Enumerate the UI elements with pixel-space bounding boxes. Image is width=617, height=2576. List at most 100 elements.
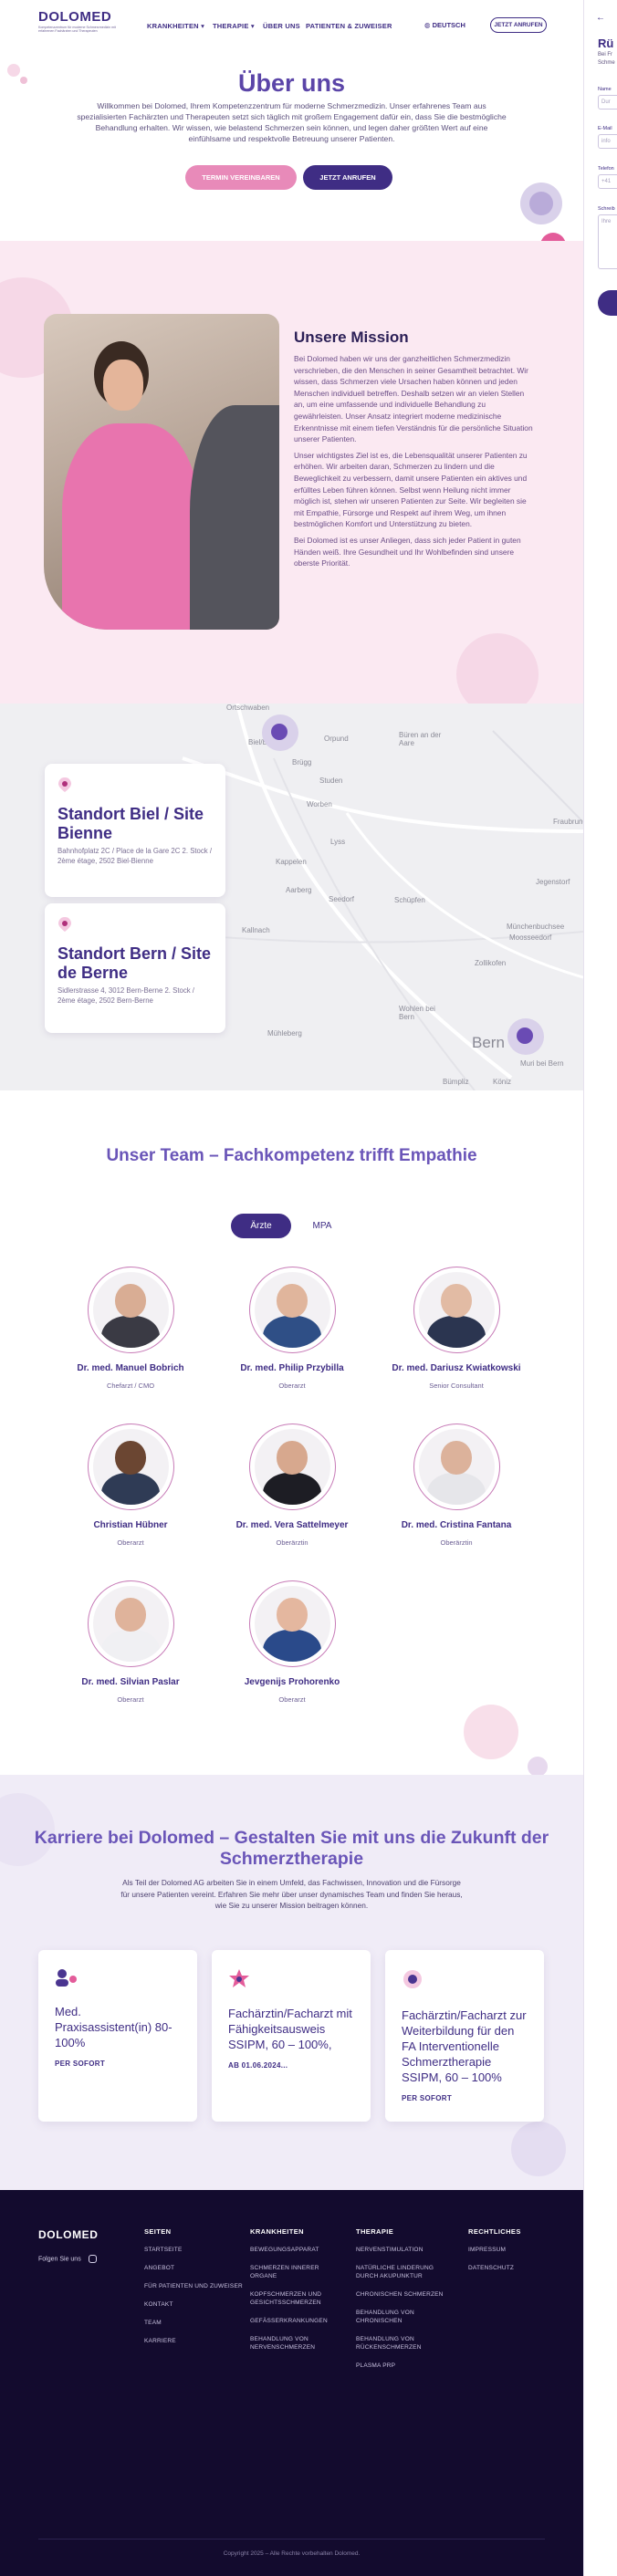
career-title: Karriere bei Dolomed – Gestalten Sie mit… (34, 1828, 549, 1869)
team-member[interactable]: Dr. med. Silvian Paslar Oberarzt (58, 1580, 204, 1704)
member-role: Oberärztin (440, 1538, 473, 1547)
map-place: Worben (307, 800, 332, 808)
instagram-icon[interactable] (88, 2255, 97, 2263)
job-card[interactable]: Fachärztin/Facharzt mit Fähigkeitsauswei… (212, 1950, 371, 2122)
career-text: Als Teil der Dolomed AG arbeiten Sie in … (120, 1878, 463, 1910)
follow-us: Folgen Sie uns (38, 2255, 97, 2263)
location-title: Standort Bern / Site de Berne (58, 944, 212, 982)
phone-field[interactable]: +41 (598, 174, 617, 189)
job-card[interactable]: Fachärztin/Facharzt zur Weiterbildung fü… (385, 1950, 544, 2122)
footer-link[interactable]: DATENSCHUTZ (468, 2264, 521, 2272)
job-start[interactable]: PER SOFORT (55, 2060, 181, 2068)
member-role: Chefarzt / CMO (106, 1382, 155, 1390)
message-label: Schreib (598, 206, 615, 212)
footer-link[interactable]: IMPRESSUM (468, 2246, 521, 2254)
nav-therapie[interactable]: THERAPIE ▾ (213, 22, 255, 30)
tab-aerzte[interactable]: Ärzte (231, 1214, 291, 1238)
team-member[interactable]: Dr. med. Cristina Fantana Oberärztin (383, 1424, 529, 1547)
footer-link[interactable]: TEAM (144, 2319, 243, 2327)
map-place: Wohlen bei Bern (399, 1005, 435, 1021)
location-target-icon (403, 1970, 422, 1988)
logo[interactable]: DOLOMED (38, 9, 111, 25)
team-member[interactable]: Dr. med. Vera Sattelmeyer Oberärztin (219, 1424, 365, 1547)
footer-logo[interactable]: DOLOMED (38, 2228, 99, 2241)
map-place: Bümpliz (443, 1078, 469, 1086)
member-role: Senior Consultant (429, 1382, 484, 1390)
map-place: Orpund (324, 735, 349, 743)
avatar (248, 1267, 336, 1353)
footer-link[interactable]: KONTAKT (144, 2300, 243, 2309)
map-place: Jegenstorf (536, 878, 570, 886)
location-pin-icon (58, 917, 71, 932)
location-card-bern[interactable]: Standort Bern / Site de Berne Sidlerstra… (45, 903, 225, 1033)
nav-krankheiten[interactable]: KRANKHEITEN ▾ (147, 22, 204, 30)
footer-link[interactable]: GEFÄSSERKRANKUNGEN (250, 2317, 341, 2325)
avatar (87, 1580, 174, 1667)
footer-link[interactable]: BEWEGUNGSAPPARAT (250, 2246, 341, 2254)
submit-button[interactable] (598, 290, 617, 316)
job-card[interactable]: Med. Praxisassistent(in) 80-100% PER SOF… (38, 1950, 197, 2122)
decor-circle (528, 1757, 548, 1777)
footer-link[interactable]: BEHANDLUNG VON RÜCKENSCHMERZEN (356, 2335, 456, 2352)
footer-link[interactable]: NATÜRLICHE LINDERUNG DURCH AKUPUNKTUR (356, 2264, 456, 2280)
location-address: Bahnhofplatz 2C / Place de la Gare 2C 2.… (58, 847, 213, 865)
email-field[interactable]: info (598, 134, 617, 149)
globe-icon: ◍ (424, 21, 431, 29)
arrow-left-icon[interactable]: ← (596, 13, 605, 23)
phone-label: Telefon (598, 166, 614, 172)
footer-link[interactable]: ANGEBOT (144, 2264, 243, 2272)
people-icon (56, 1969, 77, 1987)
map-place: Schüpfen (394, 896, 425, 904)
map-place: Muri bei Bern (520, 1059, 564, 1068)
map-place: Büren an der Aare (399, 731, 442, 747)
member-name: Dr. med. Dariusz Kwiatkowski (392, 1363, 521, 1373)
mission-photo (44, 314, 279, 630)
footer-link[interactable]: SCHMERZEN INNERER ORGANE (250, 2264, 341, 2280)
team-member[interactable]: Christian Hübner Oberarzt (58, 1424, 204, 1547)
footer-link[interactable]: KARRIERE (144, 2337, 243, 2345)
team-member[interactable]: Dr. med. Manuel Bobrich Chefarzt / CMO (58, 1267, 204, 1390)
footer-link[interactable]: NERVENSTIMULATION (356, 2246, 456, 2254)
location-card-biel[interactable]: Standort Biel / Site Bienne Bahnhofplatz… (45, 764, 225, 897)
job-start[interactable]: PER SOFORT (402, 2094, 528, 2102)
team-member[interactable]: Dr. med. Dariusz Kwiatkowski Senior Cons… (383, 1267, 529, 1390)
map-place: Zollikofen (475, 959, 507, 967)
message-field[interactable]: Ihre (598, 214, 617, 269)
member-role: Oberarzt (117, 1695, 144, 1704)
nav-patienten[interactable]: PATIENTEN & ZUWEISER (306, 22, 392, 30)
language-switch[interactable]: ◍ DEUTSCH (424, 21, 465, 29)
location-pin-icon (58, 777, 71, 792)
email-label: E-Mail (598, 126, 612, 131)
footer-link[interactable]: STARTSEITE (144, 2246, 243, 2254)
footer-link[interactable]: FÜR PATIENTEN UND ZUWEISER (144, 2282, 243, 2290)
map-place: Bern (472, 1034, 505, 1051)
member-name: Dr. med. Vera Sattelmeyer (235, 1520, 349, 1530)
name-field[interactable]: Dur (598, 95, 617, 110)
mission-text: Bei Dolomed haben wir uns der ganzheitli… (294, 354, 533, 568)
team-member[interactable]: Jevgenijs Prohorenko Oberarzt (219, 1580, 365, 1704)
appointment-button[interactable]: TERMIN VEREINBAREN (185, 165, 297, 190)
header-call-button[interactable]: JETZT ANRUFEN (490, 17, 547, 33)
footer-link[interactable]: BEHANDLUNG VON CHRONISCHEN (356, 2309, 456, 2325)
team-member[interactable]: Dr. med. Philip Przybilla Oberarzt (219, 1267, 365, 1390)
avatar (87, 1267, 174, 1353)
nav-ueber-uns[interactable]: ÜBER UNS (263, 22, 300, 30)
job-start[interactable]: AB 01.06.2024... (228, 2061, 354, 2070)
map-place: Seedorf (329, 895, 355, 903)
member-role: Oberarzt (278, 1695, 306, 1704)
avatar (87, 1424, 174, 1510)
footer-link[interactable]: PLASMA PRP (356, 2362, 456, 2370)
footer-link[interactable]: KOPFSCHMERZEN UND GESICHTSSCHMERZEN (250, 2290, 341, 2307)
footer-link[interactable]: BEHANDLUNG VON NERVENSCHMERZEN (250, 2335, 341, 2352)
star-badge-icon (229, 1969, 249, 1987)
footer-link[interactable]: CHRONISCHEN SCHMERZEN (356, 2290, 456, 2299)
map-place: Ortschwaben (226, 704, 270, 712)
footer-col-seiten: SEITEN STARTSEITE ANGEBOT FÜR PATIENTEN … (144, 2227, 243, 2345)
call-button[interactable]: JETZT ANRUFEN (303, 165, 392, 190)
tab-mpa[interactable]: MPA (297, 1214, 348, 1238)
job-title: Fachärztin/Facharzt mit Fähigkeitsauswei… (228, 2007, 352, 2051)
map-place: Aarberg (286, 886, 312, 894)
chevron-down-icon: ▾ (201, 22, 205, 30)
map-place: Münchenbuchsee (507, 923, 565, 931)
member-name: Dr. med. Cristina Fantana (401, 1520, 512, 1530)
